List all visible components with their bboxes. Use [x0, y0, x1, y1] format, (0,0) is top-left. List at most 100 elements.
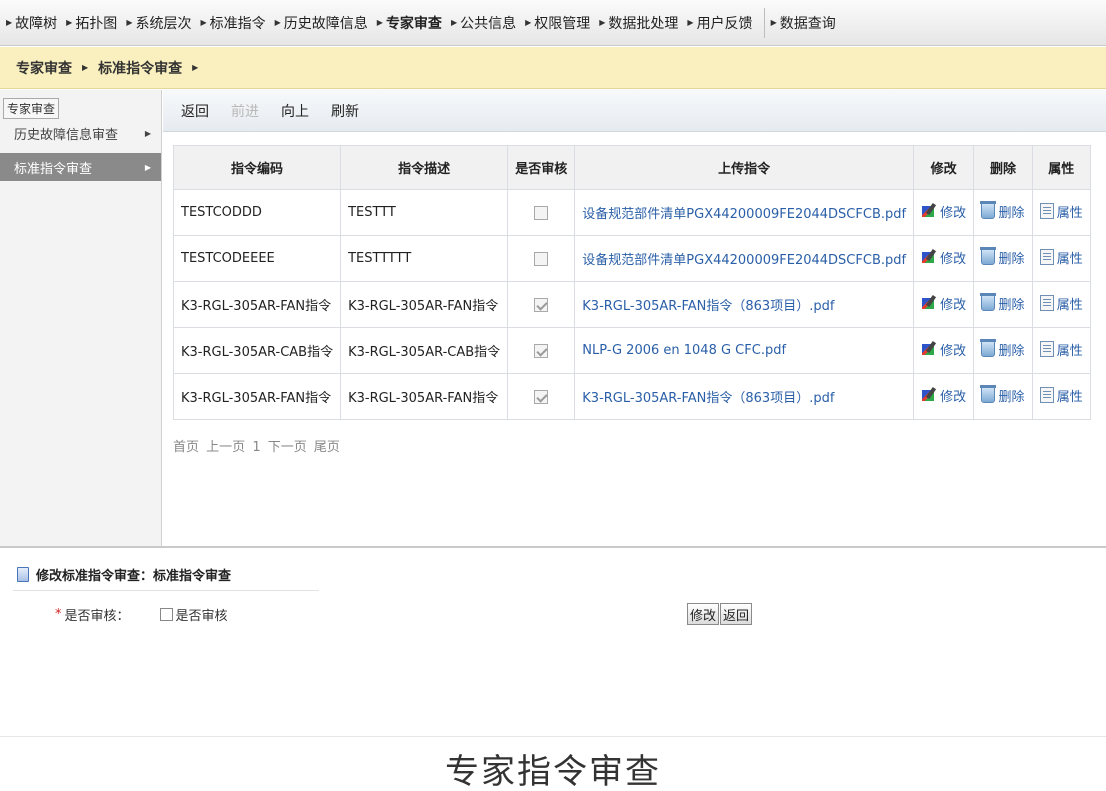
- pager-prev[interactable]: 上一页: [206, 440, 245, 455]
- reviewed-checkbox-readonly: [534, 343, 549, 358]
- props-action[interactable]: 属性: [1039, 340, 1083, 359]
- delete-action-label: 删除: [998, 205, 1025, 221]
- cell-description: K3-RGL-305AR-CAB指令: [340, 327, 509, 374]
- cell-upload: K3-RGL-305AR-FAN指令（863项目）.pdf: [574, 281, 915, 328]
- cell-reviewed: [507, 373, 576, 420]
- column-header-description[interactable]: 指令描述: [340, 145, 509, 190]
- props-action-label: 属性: [1056, 343, 1083, 359]
- nav-separator: [763, 7, 765, 38]
- properties-icon: [1039, 203, 1054, 220]
- form-buttons: 修改 返回: [687, 603, 753, 625]
- edit-icon: [921, 387, 937, 403]
- nav-item-8[interactable]: ▶ 数据批处理: [597, 0, 685, 46]
- edit-action-label: 修改: [940, 205, 967, 221]
- cell-code: K3-RGL-305AR-CAB指令: [172, 327, 342, 374]
- edit-action-label: 修改: [940, 251, 967, 267]
- breadcrumb-separator-icon: ▶: [192, 63, 199, 72]
- table-row: K3-RGL-305AR-FAN指令 K3-RGL-305AR-FAN指令 K3-R…: [172, 373, 1092, 420]
- refresh-button[interactable]: 刷新: [331, 101, 359, 121]
- cell-props: 属性: [1031, 281, 1092, 328]
- cell-delete: 删除: [973, 235, 1033, 282]
- edit-action[interactable]: 修改: [921, 202, 966, 221]
- props-action[interactable]: 属性: [1039, 386, 1083, 405]
- nav-arrow-icon: ▶: [66, 18, 73, 27]
- delete-action[interactable]: 删除: [980, 201, 1025, 221]
- pager: 首页 上一页 1 下一页 尾页: [173, 436, 343, 455]
- props-action-label: 属性: [1056, 205, 1083, 221]
- nav-item-3[interactable]: ▶ 标准指令: [198, 0, 272, 46]
- properties-icon: [1039, 249, 1054, 266]
- edit-action[interactable]: 修改: [921, 340, 966, 359]
- nav-item-9[interactable]: ▶ 用户反馈: [685, 0, 759, 46]
- cell-props: 属性: [1031, 373, 1092, 420]
- reviewed-checkbox-label[interactable]: 是否审核: [176, 605, 228, 624]
- breadcrumb-separator-icon: ▶: [82, 63, 89, 72]
- file-link[interactable]: 设备规范部件清单PGX44200009FE2044DSCFCB.pdf: [582, 253, 906, 268]
- pager-next[interactable]: 下一页: [268, 440, 307, 455]
- file-link[interactable]: 设备规范部件清单PGX44200009FE2044DSCFCB.pdf: [582, 207, 906, 222]
- cell-description: TESTTT: [340, 189, 509, 236]
- props-action[interactable]: 属性: [1039, 248, 1083, 267]
- cell-upload: 设备规范部件清单PGX44200009FE2044DSCFCB.pdf: [574, 235, 915, 282]
- forward-button[interactable]: 前进: [231, 101, 259, 121]
- nav-item-label: 故障树: [15, 15, 58, 32]
- pager-first[interactable]: 首页: [173, 440, 199, 455]
- props-action[interactable]: 属性: [1039, 202, 1083, 221]
- cell-upload: 设备规范部件清单PGX44200009FE2044DSCFCB.pdf: [574, 189, 915, 236]
- nav-arrow-icon: ▶: [126, 18, 133, 27]
- edit-action[interactable]: 修改: [921, 386, 966, 405]
- reviewed-field-label: 是否审核：: [64, 609, 130, 624]
- cell-description: K3-RGL-305AR-FAN指令: [340, 373, 509, 420]
- nav-item-6[interactable]: ▶ 公共信息: [449, 0, 523, 46]
- chevron-right-icon: ▶: [144, 162, 151, 172]
- cell-reviewed: [507, 327, 576, 374]
- column-header-edit: 修改: [913, 145, 975, 190]
- cell-code: K3-RGL-305AR-FAN指令: [172, 373, 342, 420]
- up-button[interactable]: 向上: [281, 101, 309, 121]
- props-action-label: 属性: [1056, 389, 1083, 405]
- nav-item-data-query[interactable]: ▶ 数据查询: [769, 0, 843, 46]
- cell-upload: NLP-G 2006 en 1048 G CFC.pdf: [574, 327, 915, 374]
- cell-reviewed: [507, 235, 576, 282]
- delete-action[interactable]: 删除: [980, 339, 1024, 359]
- delete-action[interactable]: 删除: [980, 247, 1024, 267]
- delete-action[interactable]: 删除: [980, 385, 1024, 405]
- column-header-code[interactable]: 指令编码: [172, 145, 342, 190]
- form-title: 修改标准指令审查：标准指令审查: [36, 569, 232, 584]
- props-action-label: 属性: [1056, 297, 1083, 313]
- cell-reviewed: [507, 189, 576, 236]
- file-link[interactable]: K3-RGL-305AR-FAN指令（863项目）.pdf: [582, 299, 834, 314]
- file-link[interactable]: NLP-G 2006 en 1048 G CFC.pdf: [582, 343, 786, 358]
- props-action[interactable]: 属性: [1039, 294, 1083, 313]
- reviewed-checkbox-readonly: [534, 297, 549, 312]
- edit-action[interactable]: 修改: [921, 248, 966, 267]
- save-button[interactable]: 修改: [687, 603, 720, 625]
- sidebar-item-1[interactable]: 标准指令审查 ▶: [0, 153, 161, 181]
- pager-last[interactable]: 尾页: [314, 440, 340, 455]
- breadcrumb-level2[interactable]: 标准指令审查: [98, 58, 182, 78]
- sidebar-item-label: 历史故障信息审查: [14, 127, 119, 143]
- edit-icon: [921, 295, 937, 311]
- file-link[interactable]: K3-RGL-305AR-FAN指令（863项目）.pdf: [582, 391, 834, 406]
- form-back-button[interactable]: 返回: [720, 603, 753, 625]
- reviewed-checkbox[interactable]: [159, 608, 173, 621]
- column-header-upload[interactable]: 上传指令: [574, 145, 915, 190]
- nav-item-2[interactable]: ▶ 系统层次: [124, 0, 198, 46]
- nav-item-7[interactable]: ▶ 权限管理: [523, 0, 597, 46]
- sidebar-item-0[interactable]: 历史故障信息审查 ▶: [0, 119, 161, 147]
- cell-delete: 删除: [973, 327, 1033, 374]
- column-header-reviewed[interactable]: 是否审核: [507, 145, 576, 190]
- back-button[interactable]: 返回: [181, 101, 209, 121]
- nav-arrow-icon: ▶: [450, 18, 458, 27]
- chevron-right-icon: ▶: [144, 128, 151, 138]
- nav-item-5[interactable]: ▶ 专家审查: [375, 0, 449, 46]
- document-icon: [17, 567, 29, 582]
- breadcrumb-level1[interactable]: 专家审查: [16, 58, 72, 78]
- nav-item-label: 数据批处理: [608, 15, 679, 32]
- delete-action-label: 删除: [998, 297, 1025, 313]
- nav-item-1[interactable]: ▶ 拓扑图: [64, 0, 124, 46]
- nav-item-4[interactable]: ▶ 历史故障信息: [273, 0, 375, 46]
- delete-action[interactable]: 删除: [980, 293, 1025, 313]
- nav-item-0[interactable]: ▶ 故障树: [4, 0, 64, 46]
- edit-action[interactable]: 修改: [921, 294, 966, 313]
